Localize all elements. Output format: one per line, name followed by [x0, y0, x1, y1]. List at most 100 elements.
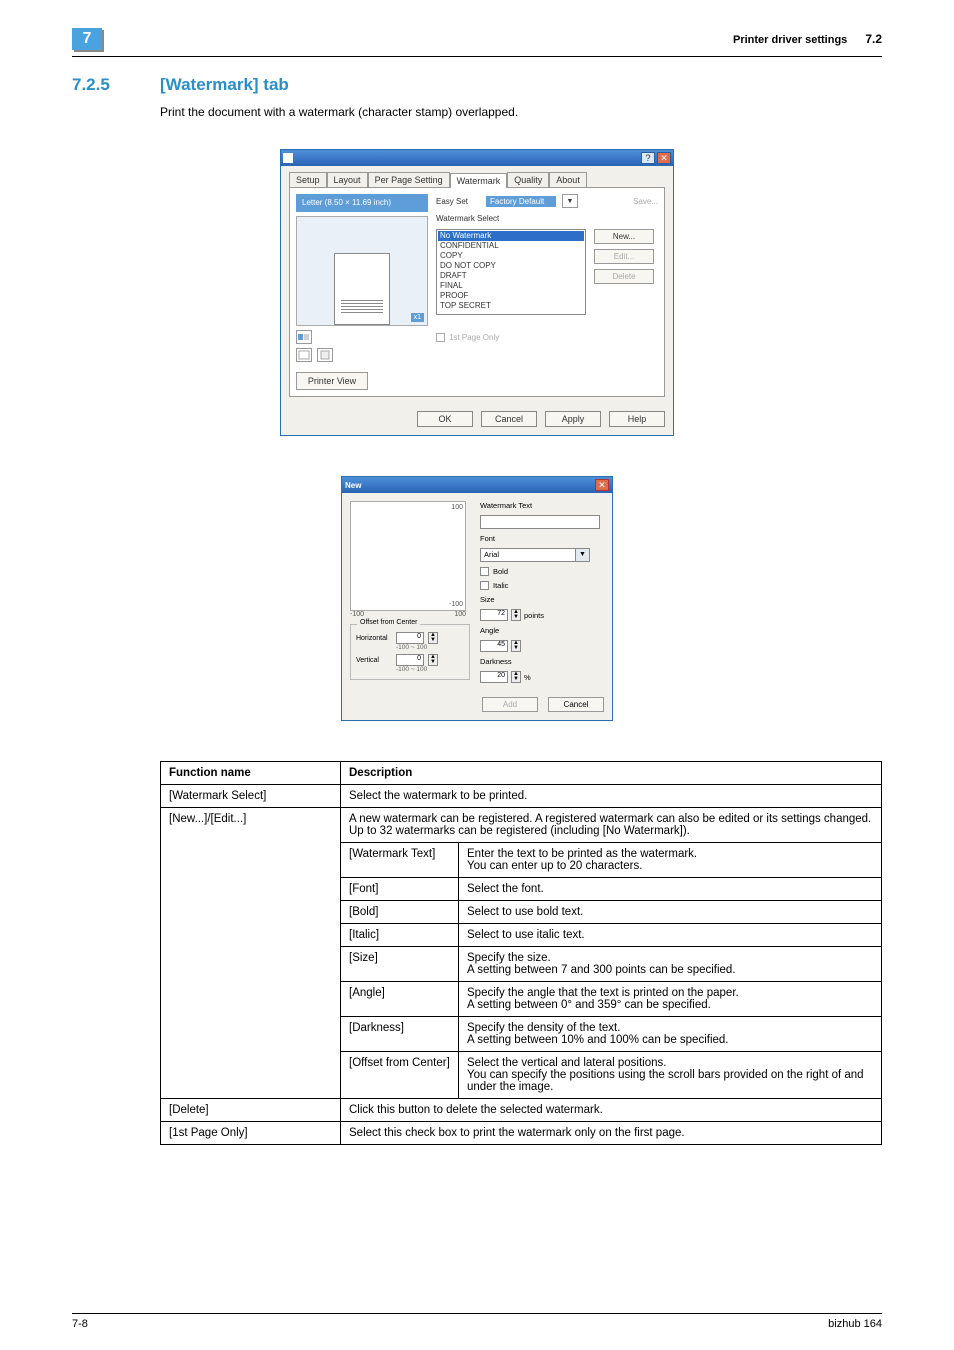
tab-per-page[interactable]: Per Page Setting — [368, 172, 450, 187]
table-row: Specify the density of the text. A setti… — [459, 1017, 882, 1052]
table-row: [Darkness] — [341, 1017, 459, 1052]
table-row: [Watermark Select] — [161, 785, 341, 808]
bold-label: Bold — [493, 567, 508, 576]
watermark-list[interactable]: No Watermark CONFIDENTIAL COPY DO NOT CO… — [436, 229, 586, 315]
watermark-text-input[interactable] — [480, 515, 600, 529]
section-title: [Watermark] tab — [160, 75, 289, 95]
dialog-titlebar[interactable]: New ✕ — [342, 477, 612, 493]
help-button[interactable]: Help — [609, 411, 665, 427]
darkness-input[interactable]: 20 — [480, 671, 508, 683]
printer-view-button[interactable]: Printer View — [296, 372, 368, 390]
tab-setup[interactable]: Setup — [289, 172, 327, 187]
table-row: [Size] — [341, 947, 459, 982]
list-item[interactable]: COPY — [438, 251, 584, 261]
list-item[interactable]: DRAFT — [438, 271, 584, 281]
ok-button[interactable]: OK — [417, 411, 473, 427]
easy-set-value: Factory Default — [486, 196, 556, 207]
tab-quality[interactable]: Quality — [507, 172, 549, 187]
new-button[interactable]: New... — [594, 229, 654, 244]
close-icon[interactable]: ✕ — [595, 479, 609, 491]
view-mode-icon-3[interactable] — [317, 348, 333, 362]
table-row: Select to use bold text. — [459, 901, 882, 924]
horizontal-spin[interactable]: ▲▼ — [428, 632, 438, 644]
page-preview: x1 — [296, 216, 428, 326]
darkness-spin[interactable]: ▲▼ — [511, 671, 521, 683]
table-row: [Offset from Center] — [341, 1052, 459, 1099]
position-canvas[interactable]: 100 -100 — [350, 501, 466, 611]
header-rule — [72, 56, 882, 57]
angle-spin[interactable]: ▲▼ — [511, 640, 521, 652]
app-icon — [283, 153, 293, 163]
list-item[interactable]: PROOF — [438, 291, 584, 301]
header-section-num: 7.2 — [865, 32, 882, 46]
table-row: [1st Page Only] — [161, 1122, 341, 1145]
dialog-titlebar[interactable]: ? ✕ — [281, 150, 673, 166]
new-watermark-dialog: New ✕ 100 -100 -100 100 Offset from Cent… — [341, 476, 613, 721]
vertical-spin[interactable]: ▲▼ — [428, 654, 438, 666]
edit-button[interactable]: Edit... — [594, 249, 654, 264]
view-mode-icon-1[interactable] — [296, 330, 312, 344]
table-row: [Bold] — [341, 901, 459, 924]
size-spin[interactable]: ▲▼ — [511, 609, 521, 621]
darkness-label: Darkness — [480, 657, 604, 666]
list-item[interactable]: No Watermark — [438, 231, 584, 241]
table-row: [Angle] — [341, 982, 459, 1017]
table-row: [Font] — [341, 878, 459, 901]
table-row: A new watermark can be registered. A reg… — [341, 808, 882, 843]
printing-prefs-dialog: ? ✕ Setup Layout Per Page Setting Waterm… — [280, 149, 674, 436]
vertical-label: Vertical — [356, 657, 392, 664]
darkness-unit: % — [524, 673, 531, 682]
help-icon[interactable]: ? — [641, 152, 655, 164]
vertical-input[interactable]: 0 — [396, 654, 424, 666]
horizontal-input[interactable]: 0 — [396, 632, 424, 644]
list-item[interactable]: CONFIDENTIAL — [438, 241, 584, 251]
footer-rule — [72, 1313, 882, 1314]
list-item[interactable]: FINAL — [438, 281, 584, 291]
intro-text: Print the document with a watermark (cha… — [160, 105, 882, 119]
table-row: Enter the text to be printed as the wate… — [459, 843, 882, 878]
section-number: 7.2.5 — [72, 75, 134, 95]
watermark-text-label: Watermark Text — [480, 501, 604, 510]
paper-size-display: Letter (8.50 × 11.69 inch) — [296, 194, 428, 212]
table-row: Click this button to delete the selected… — [341, 1099, 882, 1122]
tab-layout[interactable]: Layout — [327, 172, 368, 187]
easy-set-save[interactable]: Save... — [633, 197, 658, 206]
size-input[interactable]: 72 — [480, 609, 508, 621]
function-table: Function name Description [Watermark Sel… — [160, 761, 882, 1145]
close-icon[interactable]: ✕ — [657, 152, 671, 164]
font-combo[interactable]: Arial — [480, 548, 576, 562]
tab-watermark[interactable]: Watermark — [450, 173, 508, 188]
col-function-name: Function name — [161, 762, 341, 785]
add-button[interactable]: Add — [482, 697, 538, 712]
italic-label: Italic — [493, 581, 508, 590]
easy-set-label: Easy Set — [436, 197, 480, 206]
italic-checkbox[interactable] — [480, 581, 489, 590]
table-row: [Italic] — [341, 924, 459, 947]
col-description: Description — [341, 762, 882, 785]
tab-about[interactable]: About — [549, 172, 587, 187]
bold-checkbox[interactable] — [480, 567, 489, 576]
apply-button[interactable]: Apply — [545, 411, 601, 427]
header-title: Printer driver settings — [733, 34, 847, 46]
size-unit: points — [524, 611, 544, 620]
cancel-button[interactable]: Cancel — [548, 697, 604, 712]
first-page-checkbox[interactable] — [436, 333, 445, 342]
dialog-title: New — [345, 481, 361, 490]
offset-title: Offset from Center — [357, 619, 420, 626]
easy-set-dropdown[interactable]: ▼ — [562, 194, 578, 208]
delete-button[interactable]: Delete — [594, 269, 654, 284]
chapter-tab: 7 — [72, 28, 102, 50]
list-item[interactable]: DO NOT COPY — [438, 261, 584, 271]
size-label: Size — [480, 595, 604, 604]
tab-strip: Setup Layout Per Page Setting Watermark … — [289, 172, 665, 187]
font-dropdown-icon[interactable]: ▼ — [576, 548, 590, 562]
view-mode-icon-2[interactable] — [296, 348, 312, 362]
cancel-button[interactable]: Cancel — [481, 411, 537, 427]
angle-input[interactable]: 45 — [480, 640, 508, 652]
first-page-label: 1st Page Only — [449, 333, 499, 342]
horizontal-label: Horizontal — [356, 635, 392, 642]
watermark-select-label: Watermark Select — [436, 214, 658, 223]
table-row: [Delete] — [161, 1099, 341, 1122]
list-item[interactable]: TOP SECRET — [438, 301, 584, 311]
table-row: [Watermark Text] — [341, 843, 459, 878]
